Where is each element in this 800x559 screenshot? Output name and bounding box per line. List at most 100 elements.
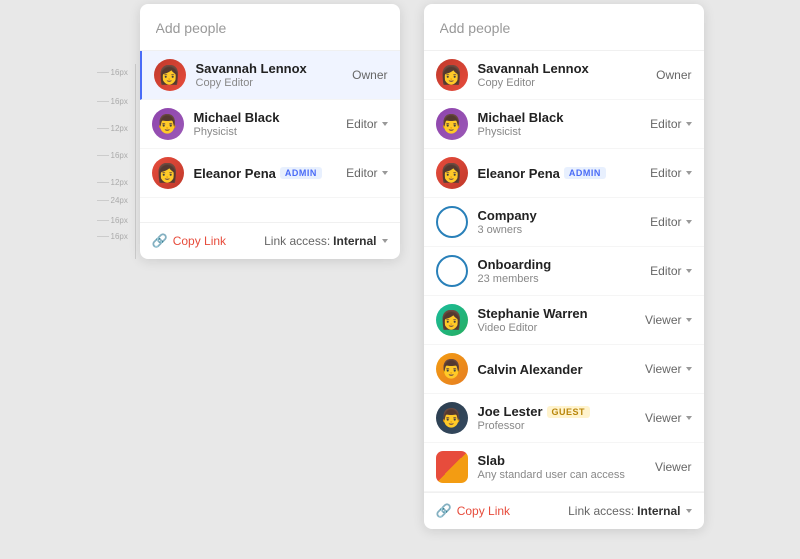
access-type-right: Internal bbox=[637, 504, 680, 518]
person-row-eleanor-right[interactable]: Eleanor Pena ADMIN Editor bbox=[424, 149, 704, 198]
chevron-down-access-right bbox=[686, 509, 692, 513]
person-row-savannah-left[interactable]: Savannah Lennox Copy Editor Owner bbox=[140, 51, 400, 100]
spacing-annotations: 16px 16px 12px 16px 12px 24px 16px 16px bbox=[97, 4, 135, 244]
person-name-eleanor-left: Eleanor Pena ADMIN bbox=[194, 166, 337, 181]
role-editor-michael-right[interactable]: Editor bbox=[650, 117, 691, 131]
chevron-down-company bbox=[686, 220, 692, 224]
person-subtitle-company: 3 owners bbox=[478, 224, 641, 236]
right-panel: Savannah Lennox Copy Editor Owner Michae… bbox=[424, 4, 704, 529]
role-editor-company[interactable]: Editor bbox=[650, 215, 691, 229]
role-editor-onboarding[interactable]: Editor bbox=[650, 264, 691, 278]
person-name-calvin: Calvin Alexander bbox=[478, 362, 636, 377]
person-subtitle-savannah-left: Copy Editor bbox=[196, 77, 343, 89]
role-editor-eleanor-left[interactable]: Editor bbox=[346, 166, 387, 180]
avatar-company bbox=[436, 206, 468, 238]
person-row-savannah-right[interactable]: Savannah Lennox Copy Editor Owner bbox=[424, 51, 704, 100]
role-viewer-slab: Viewer bbox=[655, 460, 691, 474]
avatar-eleanor-left bbox=[152, 157, 184, 189]
avatar-stephanie bbox=[436, 304, 468, 336]
copy-link-left[interactable]: 🔗 Copy Link bbox=[152, 233, 227, 249]
person-subtitle-savannah-right: Copy Editor bbox=[478, 77, 647, 89]
chevron-down-onboarding bbox=[686, 269, 692, 273]
copy-link-right[interactable]: 🔗 Copy Link bbox=[436, 503, 511, 519]
person-name-michael-right: Michael Black bbox=[478, 110, 641, 125]
person-name-eleanor-right: Eleanor Pena ADMIN bbox=[478, 166, 641, 181]
chevron-down-icon-eleanor bbox=[382, 171, 388, 175]
add-people-input-left[interactable] bbox=[156, 20, 384, 36]
person-row-michael-left[interactable]: Michael Black Physicist Editor bbox=[140, 100, 400, 149]
person-name-stephanie: Stephanie Warren bbox=[478, 306, 636, 321]
avatar-joe bbox=[436, 402, 468, 434]
access-type-left: Internal bbox=[333, 234, 376, 248]
link-access-left[interactable]: Link access: Internal bbox=[264, 234, 387, 248]
add-people-input-right[interactable] bbox=[440, 20, 688, 36]
avatar-savannah-right bbox=[436, 59, 468, 91]
admin-badge-right: ADMIN bbox=[564, 167, 606, 179]
person-row-joe[interactable]: Joe Lester GUEST Professor Viewer bbox=[424, 394, 704, 443]
person-row-calvin[interactable]: Calvin Alexander Viewer bbox=[424, 345, 704, 394]
chevron-down-access-left bbox=[382, 239, 388, 243]
guest-badge: GUEST bbox=[547, 406, 591, 418]
role-viewer-calvin[interactable]: Viewer bbox=[645, 362, 691, 376]
role-owner-left: Owner bbox=[352, 68, 387, 82]
avatar-eleanor-right bbox=[436, 157, 468, 189]
person-subtitle-joe: Professor bbox=[478, 420, 636, 432]
person-name-company: Company bbox=[478, 208, 641, 223]
person-info-company: Company 3 owners bbox=[478, 208, 641, 236]
person-subtitle-onboarding: 23 members bbox=[478, 273, 641, 285]
person-row-eleanor-left[interactable]: Eleanor Pena ADMIN Editor bbox=[140, 149, 400, 198]
person-row-slab[interactable]: Slab Any standard user can access Viewer bbox=[424, 443, 704, 492]
right-people-list: Savannah Lennox Copy Editor Owner Michae… bbox=[424, 51, 704, 492]
role-viewer-joe[interactable]: Viewer bbox=[645, 411, 691, 425]
person-subtitle-stephanie: Video Editor bbox=[478, 322, 636, 334]
person-row-michael-right[interactable]: Michael Black Physicist Editor bbox=[424, 100, 704, 149]
chevron-down-michael-right bbox=[686, 122, 692, 126]
person-info-savannah-left: Savannah Lennox Copy Editor bbox=[196, 61, 343, 89]
role-viewer-stephanie[interactable]: Viewer bbox=[645, 313, 691, 327]
right-panel-footer: 🔗 Copy Link Link access: Internal bbox=[424, 492, 704, 529]
person-name-joe: Joe Lester GUEST bbox=[478, 404, 636, 419]
link-access-label-right: Link access: bbox=[568, 504, 634, 518]
link-icon-right: 🔗 bbox=[436, 503, 452, 519]
link-access-label-left: Link access: bbox=[264, 234, 330, 248]
person-name-michael-left: Michael Black bbox=[194, 110, 337, 125]
avatar-savannah-left bbox=[154, 59, 186, 91]
avatar-onboarding bbox=[436, 255, 468, 287]
person-subtitle-michael-left: Physicist bbox=[194, 126, 337, 138]
link-access-right[interactable]: Link access: Internal bbox=[568, 504, 691, 518]
admin-badge-left: ADMIN bbox=[280, 167, 322, 179]
person-row-company[interactable]: Company 3 owners Editor bbox=[424, 198, 704, 247]
person-info-eleanor-right: Eleanor Pena ADMIN bbox=[478, 166, 641, 181]
avatar-calvin bbox=[436, 353, 468, 385]
bracket-line bbox=[135, 64, 136, 259]
person-subtitle-slab: Any standard user can access bbox=[478, 469, 646, 481]
avatar-michael-right bbox=[436, 108, 468, 140]
role-editor-michael-left[interactable]: Editor bbox=[346, 117, 387, 131]
person-info-slab: Slab Any standard user can access bbox=[478, 453, 646, 481]
role-editor-eleanor-right[interactable]: Editor bbox=[650, 166, 691, 180]
person-info-onboarding: Onboarding 23 members bbox=[478, 257, 641, 285]
left-panel-header bbox=[140, 4, 400, 51]
person-info-michael-right: Michael Black Physicist bbox=[478, 110, 641, 138]
avatar-slab bbox=[436, 451, 468, 483]
person-info-michael-left: Michael Black Physicist bbox=[194, 110, 337, 138]
person-name-onboarding: Onboarding bbox=[478, 257, 641, 272]
person-subtitle-michael-right: Physicist bbox=[478, 126, 641, 138]
person-row-onboarding[interactable]: Onboarding 23 members Editor bbox=[424, 247, 704, 296]
person-info-joe: Joe Lester GUEST Professor bbox=[478, 404, 636, 432]
person-info-calvin: Calvin Alexander bbox=[478, 362, 636, 377]
avatar-michael-left bbox=[152, 108, 184, 140]
person-row-stephanie[interactable]: Stephanie Warren Video Editor Viewer bbox=[424, 296, 704, 345]
person-info-stephanie: Stephanie Warren Video Editor bbox=[478, 306, 636, 334]
chevron-down-eleanor-right bbox=[686, 171, 692, 175]
role-owner-right: Owner bbox=[656, 68, 691, 82]
chevron-down-joe bbox=[686, 416, 692, 420]
right-panel-header bbox=[424, 4, 704, 51]
link-icon-left: 🔗 bbox=[152, 233, 168, 249]
left-people-list: Savannah Lennox Copy Editor Owner Michae… bbox=[140, 51, 400, 198]
chevron-down-calvin bbox=[686, 367, 692, 371]
left-panel-footer: 🔗 Copy Link Link access: Internal bbox=[140, 222, 400, 259]
person-name-savannah-right: Savannah Lennox bbox=[478, 61, 647, 76]
chevron-down-stephanie bbox=[686, 318, 692, 322]
person-name-savannah-left: Savannah Lennox bbox=[196, 61, 343, 76]
